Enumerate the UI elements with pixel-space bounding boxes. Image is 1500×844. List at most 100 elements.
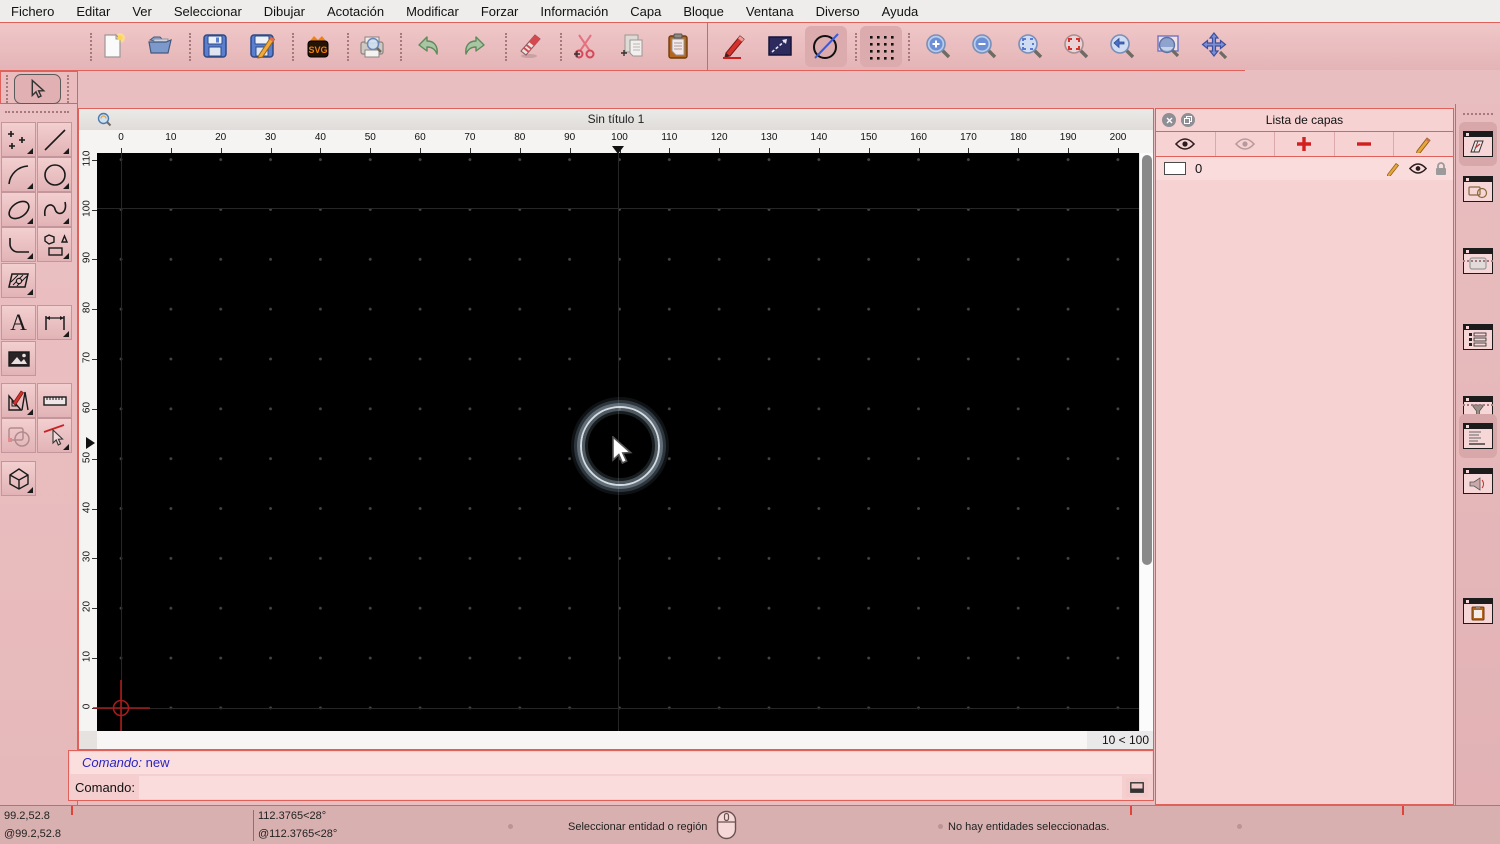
solid-3d-button[interactable] [1, 461, 36, 496]
text-tool-button[interactable]: A [1, 305, 36, 340]
print-preview-button[interactable] [355, 29, 389, 63]
arrow-select-button[interactable] [14, 74, 61, 104]
dimension-tool-button[interactable] [37, 305, 72, 340]
save-button[interactable] [198, 29, 232, 63]
hatch-tool-button[interactable] [1, 263, 36, 298]
menu-item-fichero[interactable]: Fichero [0, 4, 65, 19]
circle-tool-button[interactable] [37, 157, 72, 192]
command-dock-detach-button[interactable] [1126, 778, 1148, 797]
layer-lock-icon[interactable] [1435, 161, 1447, 176]
clipboard-panel-toggle[interactable] [1463, 598, 1493, 624]
ruler-top-label: 200 [1109, 132, 1127, 143]
copy-button[interactable] [615, 29, 649, 63]
command-line-toggle[interactable] [1459, 414, 1497, 458]
menu-item-informacion[interactable]: Información [529, 4, 619, 19]
cut-button[interactable] [568, 29, 602, 63]
zoom-in-icon [926, 34, 951, 59]
drawing-canvas[interactable] [93, 153, 1139, 737]
selection-window-button[interactable] [763, 29, 797, 63]
toolbar-handle[interactable] [67, 75, 69, 103]
dock-separator [1463, 260, 1493, 262]
save-as-button[interactable] [245, 29, 279, 63]
zoom-selected-button[interactable] [1059, 29, 1093, 63]
edit-layer-button[interactable] [1394, 132, 1453, 156]
spline-tool-button[interactable] [37, 192, 72, 227]
measure-tool-button[interactable] [37, 383, 72, 418]
menu-item-ver[interactable]: Ver [121, 4, 163, 19]
layer-row[interactable]: 0 [1156, 157, 1453, 180]
toolbar-handle[interactable] [6, 75, 8, 103]
ellipse-tool-button[interactable] [1, 192, 36, 227]
toolbar-handle[interactable] [90, 33, 92, 61]
ruler-left-marker [86, 437, 95, 449]
menu-item-editar[interactable]: Editar [65, 4, 121, 19]
grid-meta-line-x0 [121, 153, 122, 731]
command-input[interactable] [138, 776, 1122, 799]
select-entity-button[interactable] [37, 418, 72, 453]
layer-edit-pencil-icon[interactable] [1386, 161, 1401, 176]
layer-list-toggle[interactable] [1459, 122, 1497, 166]
menu-item-ventana[interactable]: Ventana [735, 4, 805, 19]
arc-tool-button[interactable] [1, 157, 36, 192]
layer-color-swatch[interactable] [1164, 162, 1186, 175]
horizontal-scrollbar[interactable]: 10 < 100 [79, 731, 1153, 749]
undo-button[interactable] [411, 29, 445, 63]
select-entity-icon [43, 423, 64, 446]
hide-all-layers-button[interactable] [1216, 132, 1276, 156]
palette-handle[interactable] [5, 111, 69, 113]
zoom-previous-button[interactable] [1105, 29, 1139, 63]
line-tool-button[interactable] [37, 122, 72, 157]
block-list-toggle[interactable] [1463, 176, 1493, 202]
menu-item-forzar[interactable]: Forzar [470, 4, 530, 19]
paste-button[interactable] [661, 29, 695, 63]
ellipse-icon [7, 200, 30, 219]
pen-attributes-button[interactable] [717, 29, 751, 63]
image-tool-button[interactable] [1, 341, 36, 376]
show-all-layers-button[interactable] [1156, 132, 1216, 156]
menu-item-modificar[interactable]: Modificar [395, 4, 470, 19]
ruler-left-label: 0 [81, 703, 93, 710]
menu-item-dibujar[interactable]: Dibujar [253, 4, 316, 19]
delete-button[interactable] [513, 29, 547, 63]
tool-palette: A [0, 104, 78, 805]
modify-tools-button[interactable] [1, 383, 36, 418]
redo-button[interactable] [458, 29, 492, 63]
polygon-shapes-icon [43, 233, 68, 256]
shapes-tool-button[interactable] [37, 227, 72, 262]
circle-line-options-button[interactable] [805, 26, 847, 67]
document-titlebar[interactable]: Sin título 1 [79, 109, 1153, 131]
menu-item-diverso[interactable]: Diverso [805, 4, 871, 19]
command-history-value: new [145, 755, 170, 770]
modify-shapes-button[interactable] [1, 418, 36, 453]
menu-item-ayuda[interactable]: Ayuda [871, 4, 930, 19]
entity-list-toggle[interactable] [1463, 324, 1493, 350]
remove-layer-button[interactable] [1335, 132, 1395, 156]
vertical-scrollbar[interactable] [1139, 153, 1153, 731]
menu-item-acotacion[interactable]: Acotación [316, 4, 395, 19]
zoom-pan-button[interactable] [1197, 29, 1231, 63]
zoom-in-button[interactable] [921, 29, 955, 63]
menu-item-capa[interactable]: Capa [619, 4, 672, 19]
menu-item-bloque[interactable]: Bloque [672, 4, 734, 19]
toolbar-separator [505, 33, 507, 61]
zoom-auto-button[interactable] [1013, 29, 1047, 63]
svg-export-button[interactable]: SVG [301, 29, 335, 63]
zoom-window-button[interactable] [1151, 29, 1185, 63]
command-echo-toggle[interactable] [1463, 468, 1493, 494]
open-file-button[interactable] [143, 29, 177, 63]
vertical-scrollbar-thumb[interactable] [1142, 155, 1152, 565]
clipboard-window-icon [1471, 606, 1485, 621]
layer-name: 0 [1195, 161, 1203, 176]
text-tool-glyph: A [10, 310, 27, 335]
polyline-tool-button[interactable] [1, 227, 36, 262]
grid-toggle-button[interactable] [860, 26, 902, 67]
menu-item-seleccionar[interactable]: Seleccionar [163, 4, 253, 19]
dock-handle[interactable] [1463, 113, 1493, 115]
zoom-out-button[interactable] [967, 29, 1001, 63]
layer-visibility-eye-icon[interactable] [1409, 163, 1427, 174]
points-tool-button[interactable] [1, 122, 36, 157]
eye-icon [1175, 138, 1196, 150]
document-title: Sin título 1 [587, 112, 645, 126]
new-document-button[interactable] [96, 29, 130, 63]
add-layer-button[interactable] [1275, 132, 1335, 156]
